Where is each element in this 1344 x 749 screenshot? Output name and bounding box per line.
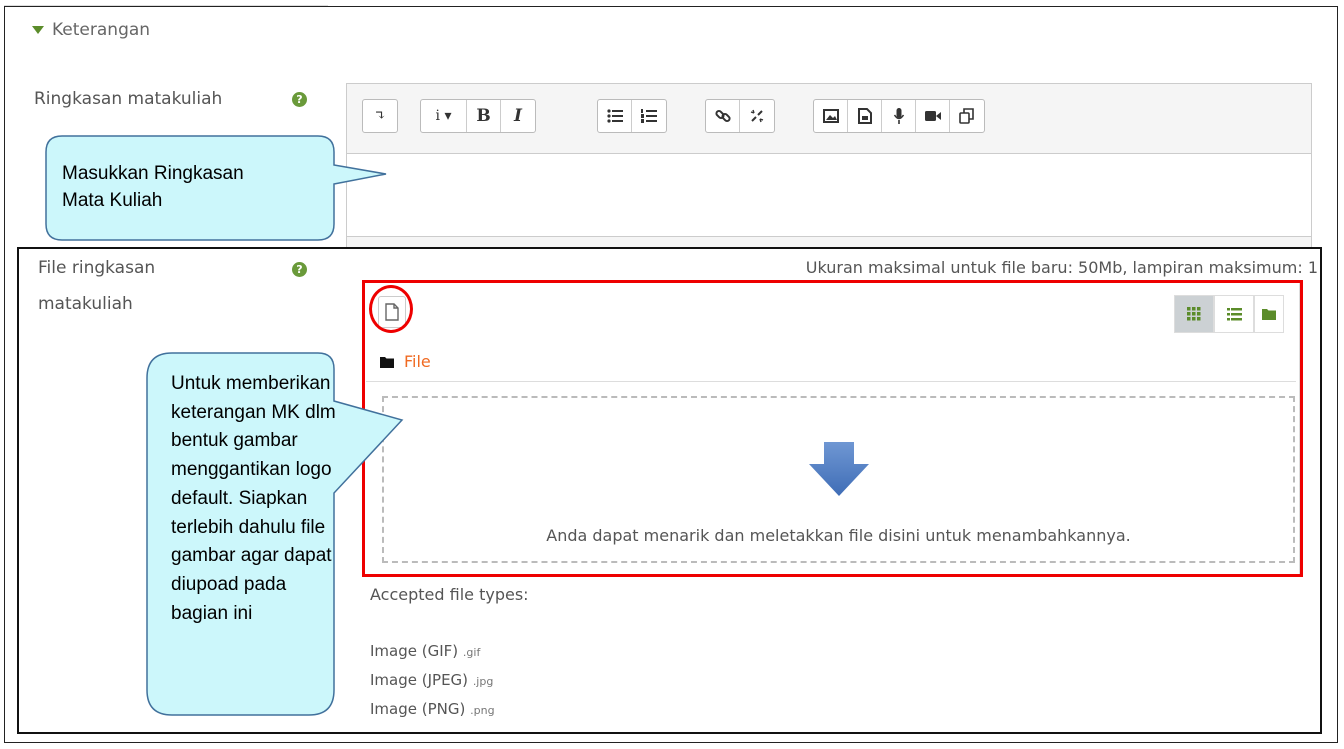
callout-line: bentuk gambar — [171, 430, 298, 452]
callout-line: bagian ini — [171, 602, 253, 624]
callout-line: Untuk memberikan — [171, 373, 331, 394]
callout-line: menggantikan logo — [171, 459, 332, 481]
summary-callout-text: Masukkan Ringkasan Mata Kuliah — [62, 160, 244, 214]
file-callout-text: Untuk memberikan keterangan MK dlm bentu… — [171, 370, 336, 628]
callout-line: diupoad pada — [171, 573, 287, 595]
callout-line: Mata Kuliah — [62, 190, 163, 211]
callout-line: Masukkan Ringkasan — [62, 163, 244, 184]
callout-line: terlebih dahulu file — [171, 516, 326, 538]
callout-line: keterangan MK dlm — [171, 401, 336, 423]
callout-line: gambar agar dapat — [171, 545, 332, 567]
callout-line: default. Siapkan — [171, 487, 308, 509]
